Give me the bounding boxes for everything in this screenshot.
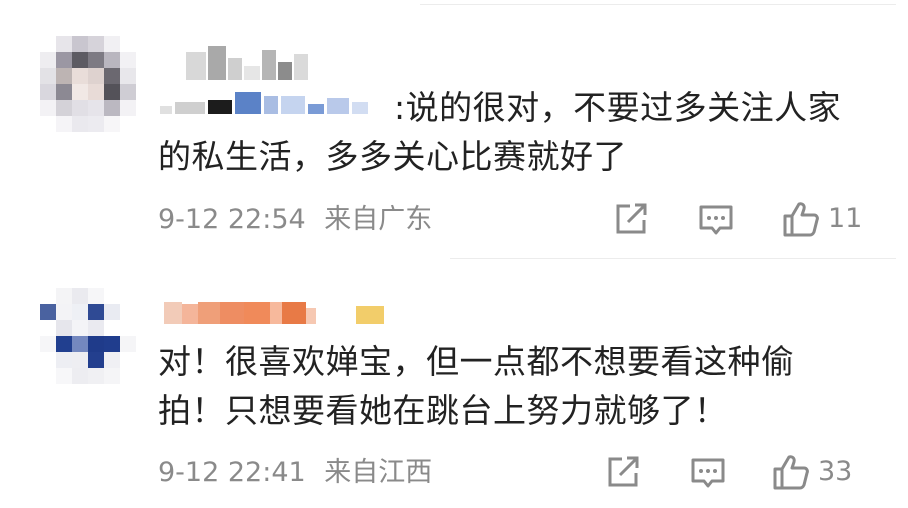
- username-tail: [160, 92, 368, 114]
- timestamp: 9-12 22:41: [158, 457, 306, 488]
- comment-item: :说的很对，不要过多关注人家 的私生活，多多关心比赛就好了 9-12 22:54…: [0, 0, 908, 258]
- comment-icon: [691, 458, 725, 488]
- like-button[interactable]: 11: [782, 200, 862, 238]
- comment-meta: 9-12 22:54 来自广东: [158, 203, 432, 237]
- comment-icon: [699, 205, 733, 235]
- comment-text-line-1: :说的很对，不要过多关注人家: [394, 88, 842, 127]
- username[interactable]: [164, 302, 384, 324]
- comment-text-line-2: 拍！只想要看她在跳台上努力就够了！: [158, 391, 728, 430]
- share-icon: [616, 203, 647, 234]
- thumbs-up-icon: [773, 455, 809, 490]
- comment-text-line-1: 对！很喜欢婵宝，但一点都不想要看这种偷: [158, 342, 795, 381]
- share-button[interactable]: [614, 202, 650, 236]
- comment-meta: 9-12 22:41 来自江西: [158, 456, 432, 490]
- like-button[interactable]: 33: [772, 453, 852, 491]
- share-icon: [608, 456, 639, 487]
- avatar[interactable]: [40, 288, 136, 384]
- timestamp: 9-12 22:54: [158, 204, 306, 235]
- like-count: 33: [818, 456, 853, 487]
- location: 来自江西: [324, 457, 433, 488]
- like-count: 11: [828, 203, 863, 234]
- comment-text-line-2: 的私生活，多多关心比赛就好了: [158, 137, 627, 176]
- reply-button[interactable]: [690, 456, 726, 490]
- thumbs-up-icon: [783, 202, 819, 237]
- username[interactable]: [186, 46, 308, 80]
- location: 来自广东: [324, 204, 433, 235]
- avatar[interactable]: [40, 36, 136, 132]
- share-button[interactable]: [606, 455, 642, 489]
- comment-item: 对！很喜欢婵宝，但一点都不想要看这种偷 拍！只想要看她在跳台上努力就够了！ 9-…: [0, 258, 908, 508]
- reply-button[interactable]: [698, 203, 734, 237]
